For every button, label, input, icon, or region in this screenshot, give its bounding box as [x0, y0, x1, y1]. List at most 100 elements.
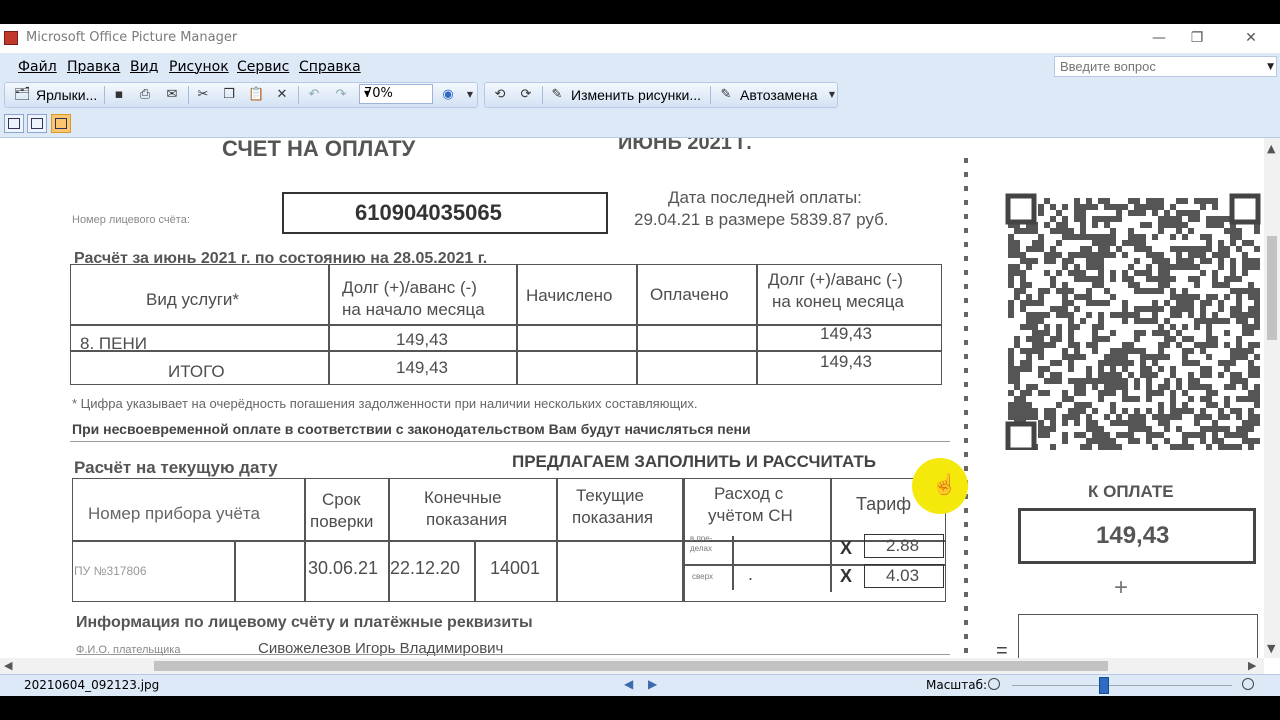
- email-icon[interactable]: ✉: [164, 87, 180, 103]
- final-value: 14001: [490, 558, 541, 578]
- usage-dot: .: [748, 564, 754, 584]
- equals-sign: =: [996, 640, 1008, 658]
- menu-picture[interactable]: Рисунок: [169, 59, 229, 75]
- to-pay-label: К ОПЛАТЕ: [1088, 482, 1174, 501]
- dotted-rule: [70, 441, 950, 442]
- row1-start: 149,43: [396, 330, 448, 349]
- best-fit-icon[interactable]: ◉: [440, 87, 456, 103]
- th-meter: Номер прибора учёта: [88, 504, 260, 523]
- row1-service: 8. ПЕНИ: [80, 334, 147, 353]
- rotate-right-icon[interactable]: ⟳: [518, 87, 534, 103]
- single-picture-view-button[interactable]: [51, 114, 71, 133]
- additional-amount-box: [1018, 614, 1258, 658]
- penalty-note: При несвоевременной оплате в соответстви…: [72, 421, 751, 437]
- toolbar-options-icon[interactable]: ▼: [824, 87, 840, 103]
- edit-pictures-button[interactable]: Изменить рисунки...: [571, 87, 701, 103]
- scroll-left-icon[interactable]: ◀: [4, 659, 12, 672]
- table-divider: [830, 478, 832, 592]
- next-picture-icon[interactable]: ▶: [648, 677, 657, 691]
- row2-start: 149,43: [396, 358, 448, 377]
- row2-end: 149,43: [820, 352, 872, 371]
- picture-viewport[interactable]: СЧЕТ НА ОПЛАТУ ИЮНЬ 2021 Г. Номер лицево…: [0, 138, 1264, 658]
- print-icon[interactable]: ⎙: [137, 87, 153, 103]
- toolbar-separator: [104, 86, 105, 104]
- zoom-slider-track[interactable]: [1012, 685, 1232, 686]
- shortcuts-button[interactable]: Ярлыки...: [36, 87, 97, 103]
- filmstrip-view-button[interactable]: [27, 114, 47, 133]
- edit-pictures-icon: ✎: [551, 87, 563, 102]
- save-icon[interactable]: ▪: [111, 87, 127, 103]
- check-date: 30.06.21: [308, 558, 379, 578]
- rotate-left-icon[interactable]: ⟲: [492, 87, 508, 103]
- payer-rule: [76, 654, 950, 655]
- toolbar-separator: [542, 86, 543, 104]
- table-divider: [474, 542, 476, 602]
- scanned-document: СЧЕТ НА ОПЛАТУ ИЮНЬ 2021 Г. Номер лицево…: [0, 138, 1264, 658]
- help-question-input[interactable]: [1055, 57, 1263, 76]
- zoom-label: Масштаб:: [926, 678, 988, 692]
- th-check-1: Срок: [322, 490, 361, 509]
- autocorrect-button[interactable]: Автозамена: [740, 87, 818, 103]
- redo-icon[interactable]: ↷: [333, 87, 349, 103]
- doc-header-month: ИЮНЬ 2021 Г.: [618, 138, 752, 154]
- limit-label-1b: делах: [690, 544, 712, 553]
- window-title: Microsoft Office Picture Manager: [26, 30, 238, 45]
- horizontal-scroll-thumb[interactable]: [154, 661, 1108, 671]
- plus-sign: +: [1114, 574, 1129, 601]
- menu-tools[interactable]: Сервис: [237, 59, 289, 75]
- menu-view[interactable]: Вид: [130, 59, 158, 75]
- menu-edit[interactable]: Правка: [67, 59, 120, 75]
- thumbnail-view-button[interactable]: [4, 114, 24, 133]
- table-divider: [70, 324, 942, 326]
- menu-file[interactable]: Файл: [18, 59, 57, 75]
- toolbar-separator: [298, 86, 299, 104]
- scroll-right-icon[interactable]: ▶: [1248, 659, 1256, 672]
- file-name: 20210604_092123.jpg: [24, 678, 160, 692]
- picture-manager-app-icon: [4, 31, 18, 45]
- perforation-line: [964, 158, 968, 658]
- account-label: Номер лицевого счёта:: [72, 214, 190, 226]
- previous-picture-icon[interactable]: ◀: [624, 677, 633, 691]
- table-divider: [72, 540, 946, 542]
- account-number: 610904035065: [355, 200, 502, 225]
- zoom-in-icon[interactable]: [1242, 678, 1254, 690]
- th-check-2: поверки: [310, 512, 374, 531]
- paste-icon[interactable]: 📋: [248, 87, 264, 103]
- zoom-out-icon[interactable]: [988, 678, 1000, 690]
- menu-bar: Файл Правка Вид Рисунок Сервис Справка ▼: [0, 53, 1280, 81]
- th-paid: Оплачено: [650, 285, 729, 304]
- vertical-scrollbar[interactable]: ▲ ▼: [1264, 138, 1280, 658]
- scroll-down-icon[interactable]: ▼: [1267, 642, 1275, 655]
- vertical-scroll-thumb[interactable]: [1267, 236, 1277, 340]
- multiply-sign-2: X: [840, 566, 853, 586]
- th-usage-2: учётом СН: [708, 506, 793, 525]
- scroll-up-icon[interactable]: ▲: [1267, 142, 1275, 155]
- cut-icon[interactable]: ✂: [195, 87, 211, 103]
- th-final-2: показания: [426, 510, 508, 529]
- final-date: 22.12.20: [390, 558, 461, 578]
- copy-icon[interactable]: ❐: [221, 87, 237, 103]
- th-final-1: Конечные: [424, 488, 502, 507]
- delete-icon[interactable]: ✕: [274, 87, 290, 103]
- limit-label-1a: в пре-: [690, 534, 713, 543]
- menu-help[interactable]: Справка: [299, 59, 361, 75]
- help-dropdown-icon[interactable]: ▼: [1267, 62, 1274, 72]
- th-usage-1: Расход с: [714, 484, 784, 503]
- toolbar-separator: [188, 86, 189, 104]
- close-button[interactable]: ✕: [1228, 24, 1274, 53]
- th-current-2: показания: [572, 508, 654, 527]
- undo-icon[interactable]: ↶: [306, 87, 322, 103]
- restore-button[interactable]: ❐: [1174, 24, 1220, 53]
- th-debt-start-2: на начало месяца: [342, 300, 485, 319]
- toolbar-options-icon[interactable]: ▼: [462, 87, 478, 103]
- th-tariff: Тариф: [856, 494, 912, 514]
- qr-code: [1004, 168, 1262, 450]
- table-divider: [70, 350, 942, 352]
- view-toolbar: [0, 110, 1280, 138]
- horizontal-scrollbar[interactable]: ◀ ▶: [0, 658, 1264, 674]
- zoom-slider-thumb[interactable]: [1099, 677, 1109, 694]
- help-search-box: ▼: [1054, 56, 1277, 77]
- zoom-select[interactable]: 70% ▼: [359, 84, 433, 104]
- limit-label-2: сверх: [692, 572, 713, 581]
- th-accrued: Начислено: [526, 286, 613, 305]
